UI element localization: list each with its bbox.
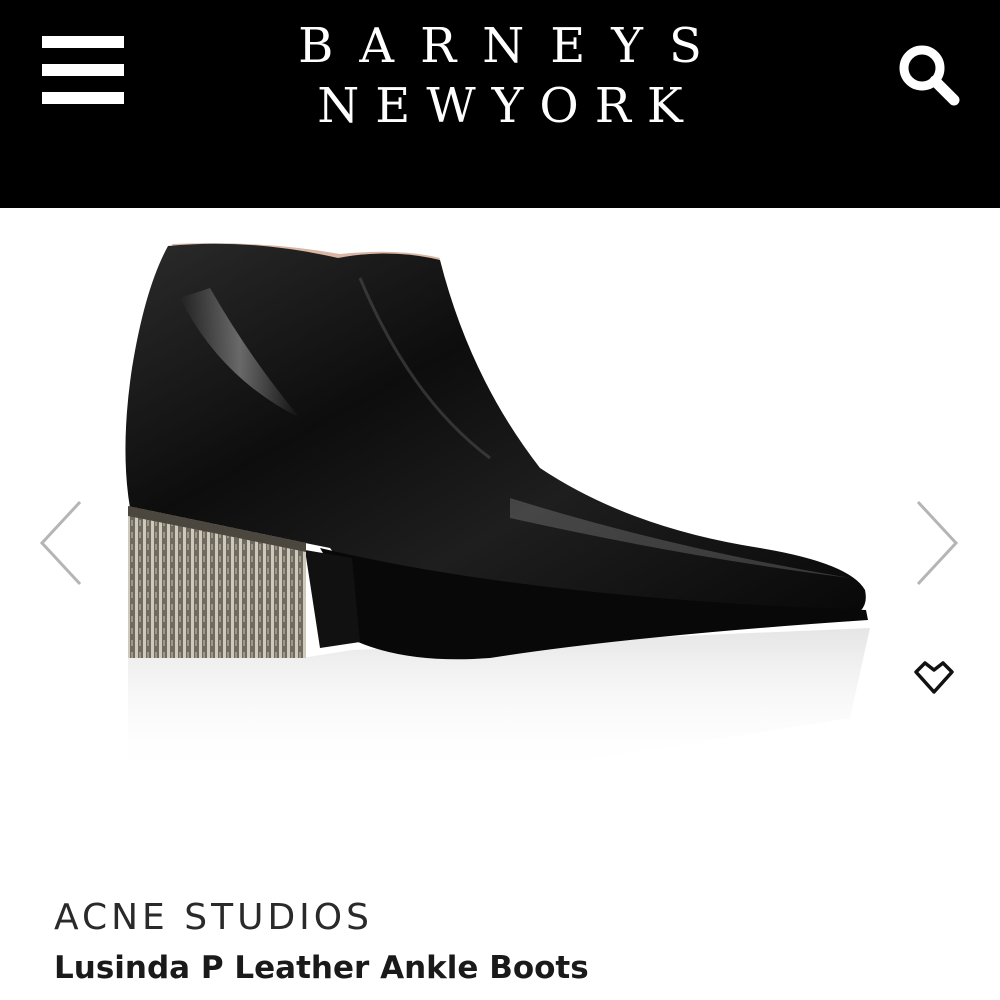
product-image	[125, 243, 870, 778]
logo-line-2: NEWYORK	[317, 78, 699, 134]
product-info: ACNE STUDIOS Lusinda P Leather Ankle Boo…	[54, 896, 954, 990]
product-name: Lusinda P Leather Ankle Boots	[54, 950, 589, 986]
chevron-left-icon[interactable]	[36, 498, 86, 588]
chevron-right-icon[interactable]	[912, 498, 962, 588]
hamburger-menu-icon[interactable]	[42, 36, 124, 108]
logo-line-1: BARNEYS	[298, 18, 728, 74]
brand-logo[interactable]: BARNEYS NEWYORK	[250, 18, 750, 134]
product-image-gallery[interactable]	[0, 208, 1000, 848]
search-icon[interactable]	[892, 38, 964, 110]
product-brand[interactable]: ACNE STUDIOS	[54, 896, 954, 940]
heart-diamond-icon[interactable]	[912, 658, 956, 698]
site-header: BARNEYS NEWYORK	[0, 0, 1000, 208]
